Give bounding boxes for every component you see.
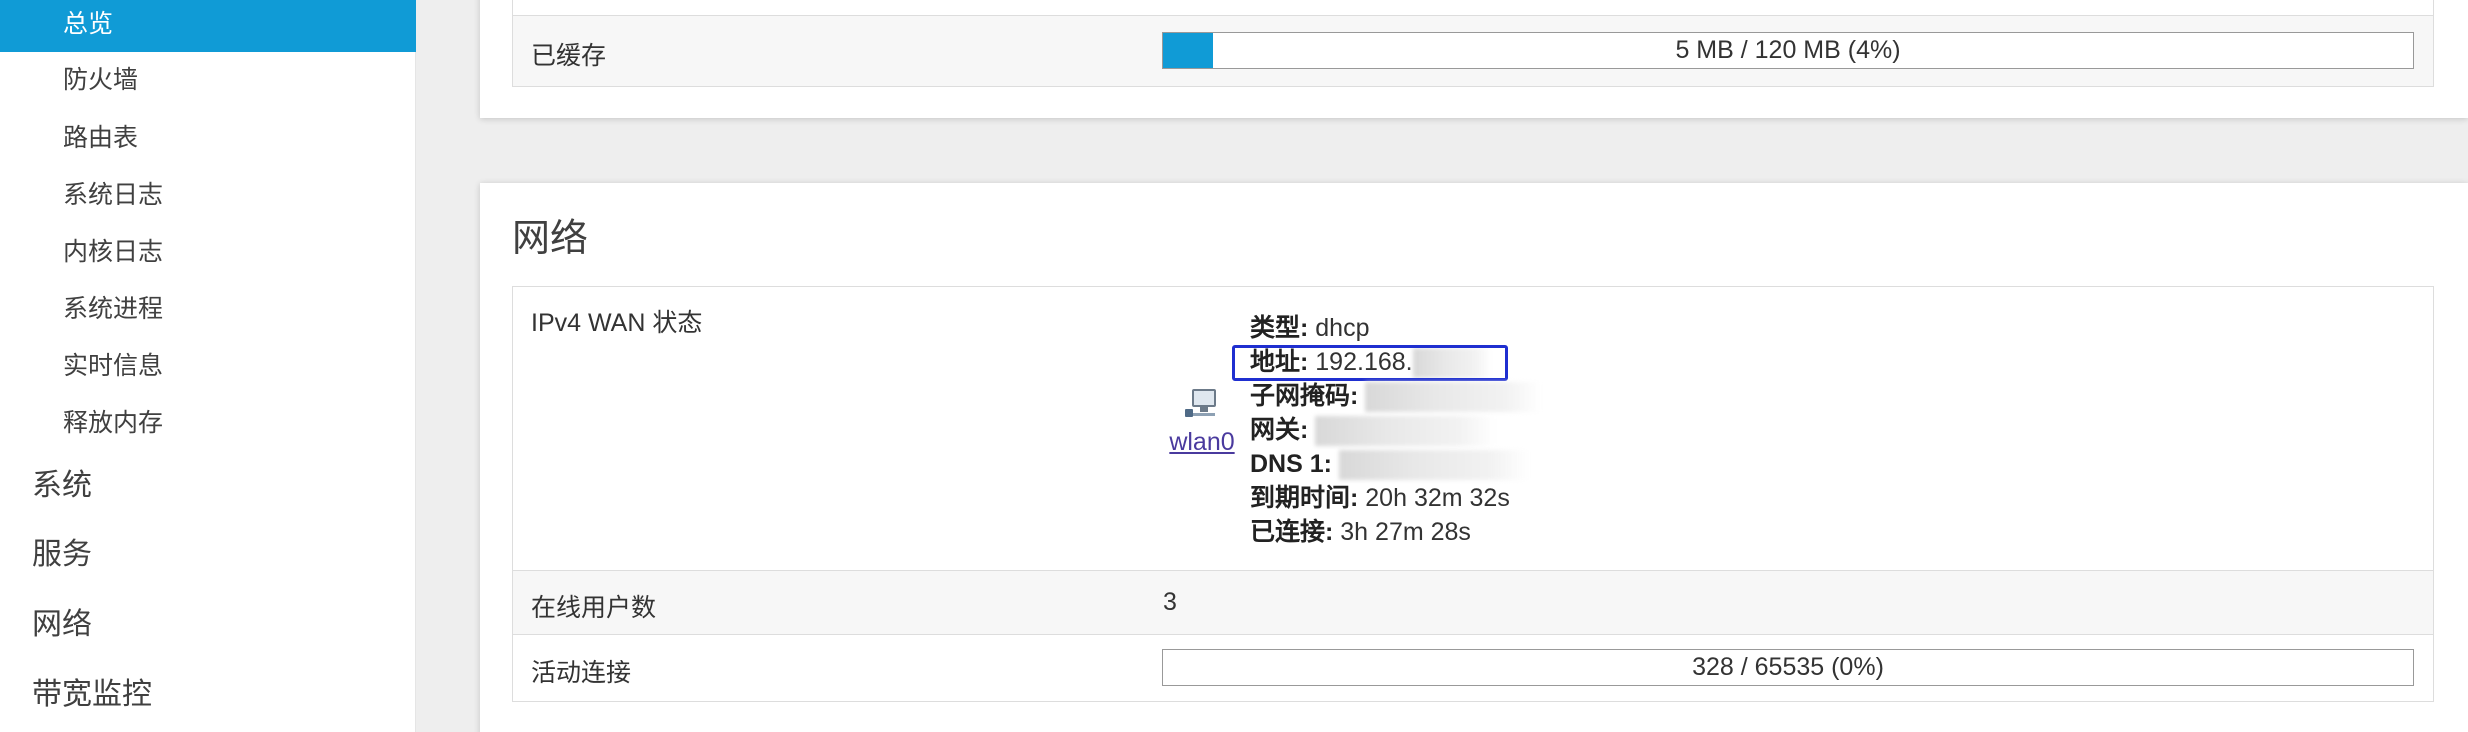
sidebar-group-system[interactable]: 系统 [0,454,416,518]
wan-netmask: 子网掩码: [1250,379,1542,413]
cached-row: 已缓存 5 MB / 120 MB (4%) [512,15,2434,87]
active-connections-row: 活动连接 328 / 65535 (0%) [512,634,2434,702]
cached-label: 已缓存 [531,42,607,70]
sidebar-item-system-log[interactable]: 系统日志 [0,167,416,223]
wan-status-row: IPv4 WAN 状态 wlan0 类型: dhcp 地址: 192.168. … [512,286,2434,571]
sidebar-item-routes[interactable]: 路由表 [0,110,416,166]
ethernet-icon [1185,387,1219,421]
wlan0-link[interactable]: wlan0 [1162,428,1242,457]
sidebar-item-kernel-log[interactable]: 内核日志 [0,224,416,280]
wan-address: 地址: 192.168. [1232,345,1541,381]
sidebar-item-firewall[interactable]: 防火墙 [0,52,416,108]
redacted-blur [1412,348,1491,379]
online-users-row: 在线用户数 3 [512,570,2434,635]
redacted-blur [1315,416,1496,447]
cached-progress-text: 5 MB / 120 MB (4%) [1675,36,1901,64]
wan-info: 类型: dhcp 地址: 192.168. 子网掩码: 网关: DNS 1: 到… [1232,311,1542,549]
wan-dns: DNS 1: [1250,447,1541,481]
online-users-label: 在线用户数 [531,594,657,622]
sidebar-item-free-memory[interactable]: 释放内存 [0,395,416,451]
sidebar-group-services[interactable]: 服务 [0,523,416,587]
wan-expires: 到期时间: 20h 32m 32s [1250,484,1510,512]
redacted-blur [1338,450,1529,481]
sidebar-item-processes[interactable]: 系统进程 [0,281,416,337]
wan-type: 类型: dhcp [1250,314,1370,342]
table-row [512,0,2434,16]
wan-interface[interactable]: wlan0 [1162,387,1242,457]
cached-progress: 5 MB / 120 MB (4%) [1162,32,2414,69]
network-panel: 网络 IPv4 WAN 状态 wlan0 类型: dhcp 地址: 192.16… [480,183,2468,732]
online-users-value: 3 [1163,588,1177,616]
sidebar-group-bandwidth[interactable]: 带宽监控 [0,663,416,727]
network-title: 网络 [512,218,589,260]
wan-gateway: 网关: [1250,413,1541,447]
redacted-blur [1365,382,1542,413]
sidebar-item-overview[interactable]: 总览 [0,0,416,52]
memory-panel: 已缓存 5 MB / 120 MB (4%) [480,0,2468,118]
sidebar-group-network[interactable]: 网络 [0,593,416,657]
sidebar-item-realtime[interactable]: 实时信息 [0,338,416,394]
active-connections-label: 活动连接 [531,659,632,687]
wan-connected: 已连接: 3h 27m 28s [1250,518,1471,546]
active-connections-progress-text: 328 / 65535 (0%) [1692,653,1884,681]
active-connections-progress: 328 / 65535 (0%) [1162,649,2414,686]
wan-status-label: IPv4 WAN 状态 [531,309,703,337]
sidebar: 总览 防火墙 路由表 系统日志 内核日志 系统进程 实时信息 释放内存 系统 服… [0,0,416,732]
